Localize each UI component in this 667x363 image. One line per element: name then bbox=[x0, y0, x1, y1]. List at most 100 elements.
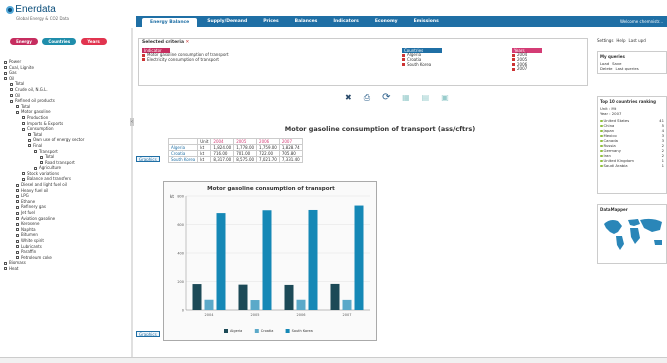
expand-checkbox-icon[interactable] bbox=[28, 138, 31, 142]
tree-item-label: Total bbox=[21, 103, 31, 109]
remove-icon[interactable] bbox=[512, 53, 515, 57]
last-update-link[interactable]: Last upd bbox=[629, 38, 646, 43]
remove-icon[interactable] bbox=[142, 53, 145, 57]
right-links: Settings Help Last upd bbox=[597, 38, 667, 43]
x-tick-label: 2005 bbox=[251, 313, 260, 317]
expand-checkbox-icon[interactable] bbox=[16, 228, 19, 232]
expand-checkbox-icon[interactable] bbox=[16, 217, 19, 221]
expand-checkbox-icon[interactable] bbox=[28, 144, 31, 148]
criteria-item[interactable]: South Korea bbox=[402, 62, 452, 68]
graphics-button-bottom[interactable]: Graphics bbox=[136, 331, 160, 337]
remove-icon[interactable] bbox=[512, 67, 515, 71]
expand-checkbox-icon[interactable] bbox=[16, 239, 19, 243]
expand-checkbox-icon[interactable] bbox=[4, 261, 7, 265]
expand-checkbox-icon[interactable] bbox=[16, 250, 19, 254]
expand-checkbox-icon[interactable] bbox=[16, 105, 19, 109]
export-image-icon[interactable]: ▣ bbox=[441, 94, 449, 102]
expand-checkbox-icon[interactable] bbox=[16, 233, 19, 237]
criteria-title: Selected criteria ✕ bbox=[142, 40, 190, 45]
expand-checkbox-icon[interactable] bbox=[34, 166, 37, 170]
x-tick-label: 2006 bbox=[297, 313, 306, 317]
expand-checkbox-icon[interactable] bbox=[16, 222, 19, 226]
expand-checkbox-icon[interactable] bbox=[16, 211, 19, 215]
tree-item-label: Naphta bbox=[21, 226, 36, 232]
settings-link[interactable]: Settings bbox=[597, 38, 613, 43]
tab-indicators[interactable]: Indicators bbox=[325, 16, 367, 27]
panel-divider bbox=[131, 28, 133, 358]
tree-item-label: Transport bbox=[39, 148, 58, 154]
expand-checkbox-icon[interactable] bbox=[16, 256, 19, 260]
expand-checkbox-icon[interactable] bbox=[16, 200, 19, 204]
help-link[interactable]: Help bbox=[616, 38, 625, 43]
expand-checkbox-icon[interactable] bbox=[28, 133, 31, 137]
expand-checkbox-icon[interactable] bbox=[16, 183, 19, 187]
tree-item-label: Diesel and light fuel oil bbox=[21, 182, 67, 188]
tree-item-label: Oil bbox=[9, 75, 15, 81]
tree-item-label: Stock variations bbox=[27, 170, 60, 176]
tab-economy[interactable]: Economy bbox=[367, 16, 406, 27]
expand-checkbox-icon[interactable] bbox=[16, 245, 19, 249]
expand-checkbox-icon[interactable] bbox=[22, 177, 25, 181]
tab-balances[interactable]: Balances bbox=[287, 16, 326, 27]
remove-icon[interactable] bbox=[402, 63, 405, 67]
expand-checkbox-icon[interactable] bbox=[4, 77, 7, 81]
export-excel-icon[interactable]: ▦ bbox=[402, 94, 410, 102]
export-pdf-icon[interactable]: ▤ bbox=[422, 94, 430, 102]
bar bbox=[342, 299, 352, 310]
expand-checkbox-icon[interactable] bbox=[16, 189, 19, 193]
last-queries-link[interactable]: Last queries bbox=[615, 66, 638, 71]
bar bbox=[192, 284, 202, 310]
legend-swatch bbox=[285, 329, 290, 333]
tree-item-label: Refinery gas bbox=[21, 204, 46, 210]
expand-checkbox-icon[interactable] bbox=[16, 110, 19, 114]
expand-checkbox-icon[interactable] bbox=[22, 116, 25, 120]
logo-icon bbox=[6, 5, 14, 14]
expand-checkbox-icon[interactable] bbox=[22, 127, 25, 131]
expand-checkbox-icon[interactable] bbox=[10, 82, 13, 86]
criteria-item[interactable]: 2007 bbox=[512, 66, 552, 72]
expand-checkbox-icon[interactable] bbox=[10, 94, 13, 98]
refresh-icon[interactable]: ⟳ bbox=[382, 93, 390, 103]
table-cell: 1,759.00 bbox=[256, 144, 280, 151]
countries-box: Countries Algeria Croatia South Korea bbox=[402, 48, 452, 67]
y-tick-label: 400 bbox=[177, 251, 184, 255]
remove-icon[interactable] bbox=[402, 53, 405, 57]
y-tick-label: 200 bbox=[177, 280, 184, 284]
expand-checkbox-icon[interactable] bbox=[34, 150, 37, 153]
countries-pill[interactable]: Countries bbox=[42, 38, 77, 45]
x-tick-label: 2007 bbox=[343, 313, 352, 317]
delete-query-link[interactable]: Delete bbox=[600, 66, 612, 71]
remove-icon[interactable] bbox=[142, 58, 145, 62]
remove-icon[interactable] bbox=[512, 58, 515, 62]
expand-checkbox-icon[interactable] bbox=[40, 155, 43, 159]
criteria-item[interactable]: Electricity consumption of transport bbox=[142, 57, 262, 63]
expand-checkbox-icon[interactable] bbox=[22, 172, 25, 176]
expand-checkbox-icon[interactable] bbox=[4, 267, 7, 271]
close-icon[interactable]: ✖ bbox=[345, 94, 352, 102]
years-pill[interactable]: Years bbox=[80, 38, 107, 45]
expand-checkbox-icon[interactable] bbox=[22, 122, 25, 126]
tree-item[interactable]: Heat bbox=[4, 266, 128, 272]
collapse-panel-icon[interactable]: ‹ bbox=[130, 118, 134, 126]
remove-icon[interactable] bbox=[512, 63, 515, 67]
remove-icon[interactable] bbox=[402, 58, 405, 62]
print-icon[interactable]: ⎙ bbox=[364, 94, 370, 102]
energy-pill[interactable]: Energy bbox=[10, 38, 38, 45]
ranking-row[interactable]: Saudi Arabia 1 bbox=[600, 163, 664, 168]
tab-supply-demand[interactable]: Supply/Demand bbox=[199, 16, 255, 27]
expand-checkbox-icon[interactable] bbox=[10, 99, 13, 103]
bar bbox=[308, 209, 318, 310]
expand-checkbox-icon[interactable] bbox=[16, 205, 19, 209]
expand-checkbox-icon[interactable] bbox=[16, 194, 19, 198]
table-cell[interactable]: South Korea bbox=[167, 156, 199, 163]
tab-energy-balance[interactable]: Energy Balance bbox=[142, 18, 198, 27]
tab-prices[interactable]: Prices bbox=[255, 16, 286, 27]
expand-checkbox-icon[interactable] bbox=[40, 161, 43, 165]
expand-checkbox-icon[interactable] bbox=[10, 88, 13, 92]
expand-checkbox-icon[interactable] bbox=[4, 60, 7, 64]
graphics-button[interactable]: Graphics bbox=[136, 156, 160, 162]
world-map-icon[interactable] bbox=[600, 212, 666, 252]
expand-checkbox-icon[interactable] bbox=[4, 66, 7, 70]
tab-emissions[interactable]: Emissions bbox=[406, 16, 447, 27]
expand-checkbox-icon[interactable] bbox=[4, 71, 7, 75]
